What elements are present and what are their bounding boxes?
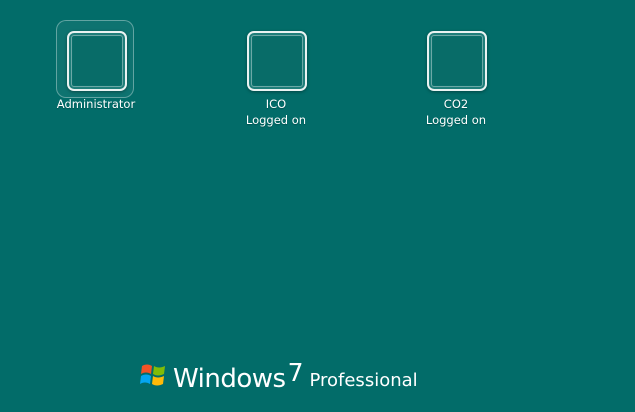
user-tile-co2[interactable]: CO2 Logged on	[401, 26, 511, 128]
windows-branding: Windows 7 Professional	[139, 358, 418, 394]
user-status-label: Logged on	[245, 113, 307, 127]
user-picture-frame-icon	[422, 26, 490, 94]
windows-wordmark: Windows	[173, 364, 286, 394]
user-tile-administrator[interactable]: Administrator	[41, 20, 151, 112]
user-tile-ico[interactable]: ICO Logged on	[221, 26, 331, 128]
windows-edition: Professional	[309, 370, 418, 391]
user-name-label: Administrator	[56, 97, 136, 111]
user-picture-frame-icon	[56, 20, 134, 98]
user-picture-frame-icon	[242, 26, 310, 94]
windows-version: 7	[287, 358, 304, 387]
logon-screen: Administrator ICO Logged on CO2 Logged o…	[0, 0, 635, 412]
user-name-label: CO2	[443, 97, 469, 111]
windows-flag-icon	[140, 364, 165, 386]
user-status-label: Logged on	[425, 113, 487, 127]
user-name-label: ICO	[265, 97, 287, 111]
